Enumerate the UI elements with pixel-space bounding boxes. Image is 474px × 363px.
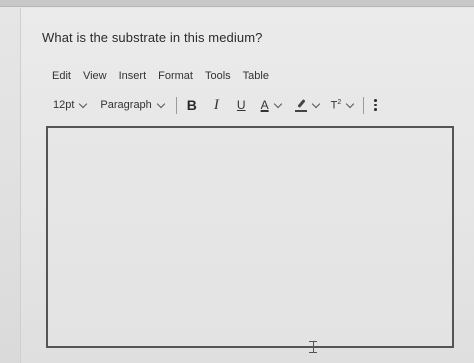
menu-edit[interactable]: Edit <box>52 70 71 86</box>
editor-toolbar: 12pt Paragraph B I U A T2 <box>53 96 377 114</box>
toolbar-divider <box>363 96 365 114</box>
highlight-pen-icon <box>294 98 307 112</box>
chevron-down-icon <box>273 99 282 108</box>
menu-view[interactable]: View <box>83 70 107 86</box>
font-size-label: 12pt <box>53 99 75 111</box>
chevron-down-icon <box>156 99 166 108</box>
superscript-mark: 2 <box>337 98 342 106</box>
chevron-down-icon <box>311 99 320 108</box>
highlight-color-button[interactable] <box>294 98 320 112</box>
editor-menubar: Edit View Insert Format Tools Table <box>52 70 281 86</box>
font-size-dropdown[interactable]: 12pt <box>53 99 88 111</box>
text-cursor-icon <box>309 341 317 353</box>
superscript-icon: T2 <box>331 99 342 112</box>
bold-button[interactable]: B <box>187 97 197 113</box>
block-format-dropdown[interactable]: Paragraph <box>100 99 166 111</box>
font-color-icon: A <box>260 98 269 112</box>
superscript-button[interactable]: T2 <box>331 99 355 112</box>
italic-button[interactable]: I <box>214 97 219 114</box>
underline-button[interactable]: U <box>237 98 246 112</box>
font-color-button[interactable]: A <box>260 98 282 112</box>
menu-table[interactable]: Table <box>243 70 269 86</box>
toolbar-divider <box>175 96 177 114</box>
menu-tools[interactable]: Tools <box>205 70 231 86</box>
chevron-down-icon <box>79 99 88 108</box>
menu-insert[interactable]: Insert <box>119 70 147 86</box>
answer-text-area[interactable] <box>46 126 454 348</box>
top-border <box>0 0 474 7</box>
menu-format[interactable]: Format <box>158 70 193 86</box>
question-text: What is the substrate in this medium? <box>42 30 263 45</box>
more-options-icon[interactable] <box>374 99 377 111</box>
block-format-label: Paragraph <box>100 99 152 111</box>
page: What is the substrate in this medium? Ed… <box>0 0 474 363</box>
chevron-down-icon <box>346 99 355 108</box>
